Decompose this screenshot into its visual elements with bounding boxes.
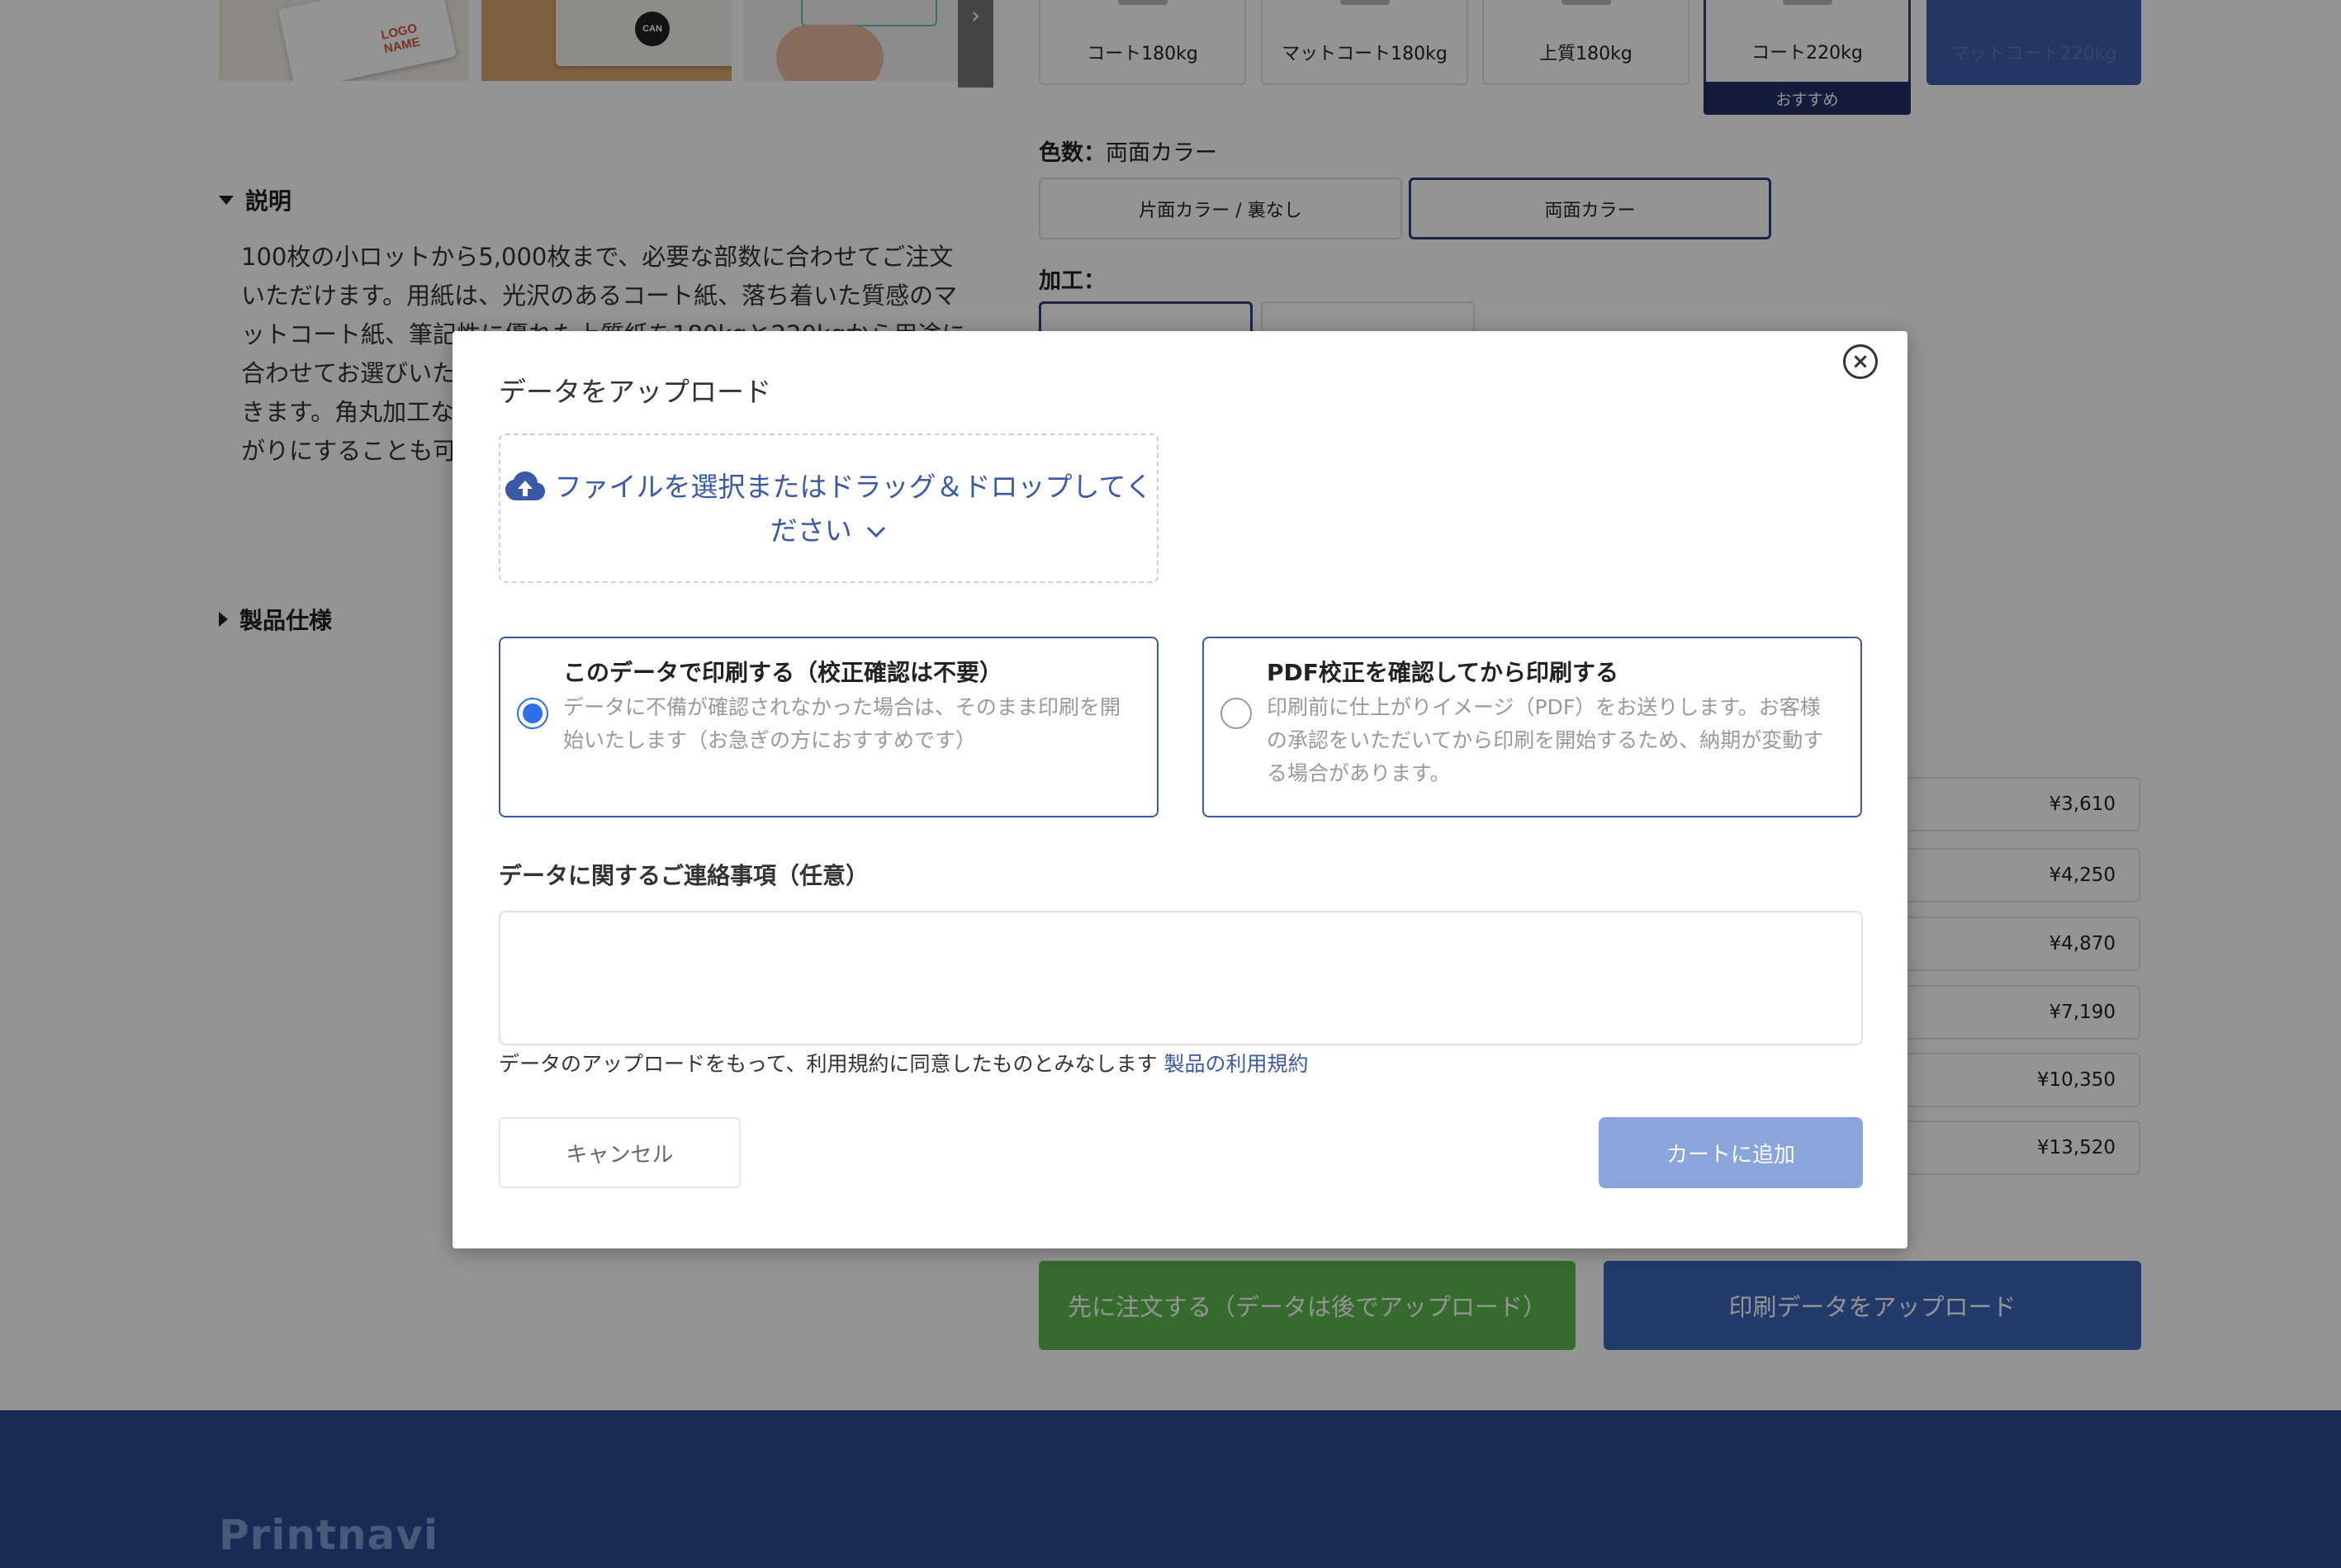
dropzone-line-1: ファイルを選択またはドラッグ＆ドロップしてく (505, 465, 1153, 509)
upload-data-modal: × データをアップロード ファイルを選択またはドラッグ＆ドロップしてく ださい … (453, 331, 1907, 1248)
dropzone-text: ファイルを選択またはドラッグ＆ドロップしてく (554, 470, 1153, 503)
option-description: データに不備が確認されなかった場合は、そのまま印刷を開始いたします（お急ぎの方に… (563, 695, 1121, 752)
modal-title: データをアップロード (499, 376, 771, 408)
notes-textarea[interactable] (499, 911, 1863, 1045)
dropzone-line-2: ださい (770, 509, 888, 552)
terms-text: データのアップロードをもって、利用規約に同意したものとみなします (499, 1052, 1158, 1076)
add-to-cart-button[interactable]: カートに追加 (1599, 1117, 1863, 1188)
terms-notice: データのアップロードをもって、利用規約に同意したものとみなします 製品の利用規約 (499, 1048, 1308, 1081)
cloud-upload-icon (505, 471, 546, 500)
notes-label: データに関するご連絡事項（任意） (499, 862, 870, 889)
cancel-button[interactable]: キャンセル (499, 1117, 741, 1188)
terms-link[interactable]: 製品の利用規約 (1163, 1052, 1308, 1076)
dropzone-text: ださい (770, 514, 852, 547)
file-dropzone[interactable]: ファイルを選択またはドラッグ＆ドロップしてく ださい (499, 433, 1159, 583)
close-icon[interactable]: × (1843, 344, 1878, 379)
option-pdf-proof[interactable]: PDF校正を確認してから印刷する 印刷前に仕上がりイメージ（PDF）をお送りしま… (1202, 637, 1862, 817)
radio-print-without-proof[interactable] (517, 698, 548, 729)
option-description: 印刷前に仕上がりイメージ（PDF）をお送りします。お客様の承認をいただいてから印… (1267, 695, 1824, 785)
option-title: PDF校正を確認してから印刷する (1267, 659, 1619, 686)
chevron-down-icon (867, 526, 886, 538)
option-title: このデータで印刷する（校正確認は不要） (563, 659, 1003, 686)
radio-pdf-proof[interactable] (1220, 698, 1252, 729)
option-print-without-proof[interactable]: このデータで印刷する（校正確認は不要） データに不備が確認されなかった場合は、そ… (499, 637, 1159, 817)
